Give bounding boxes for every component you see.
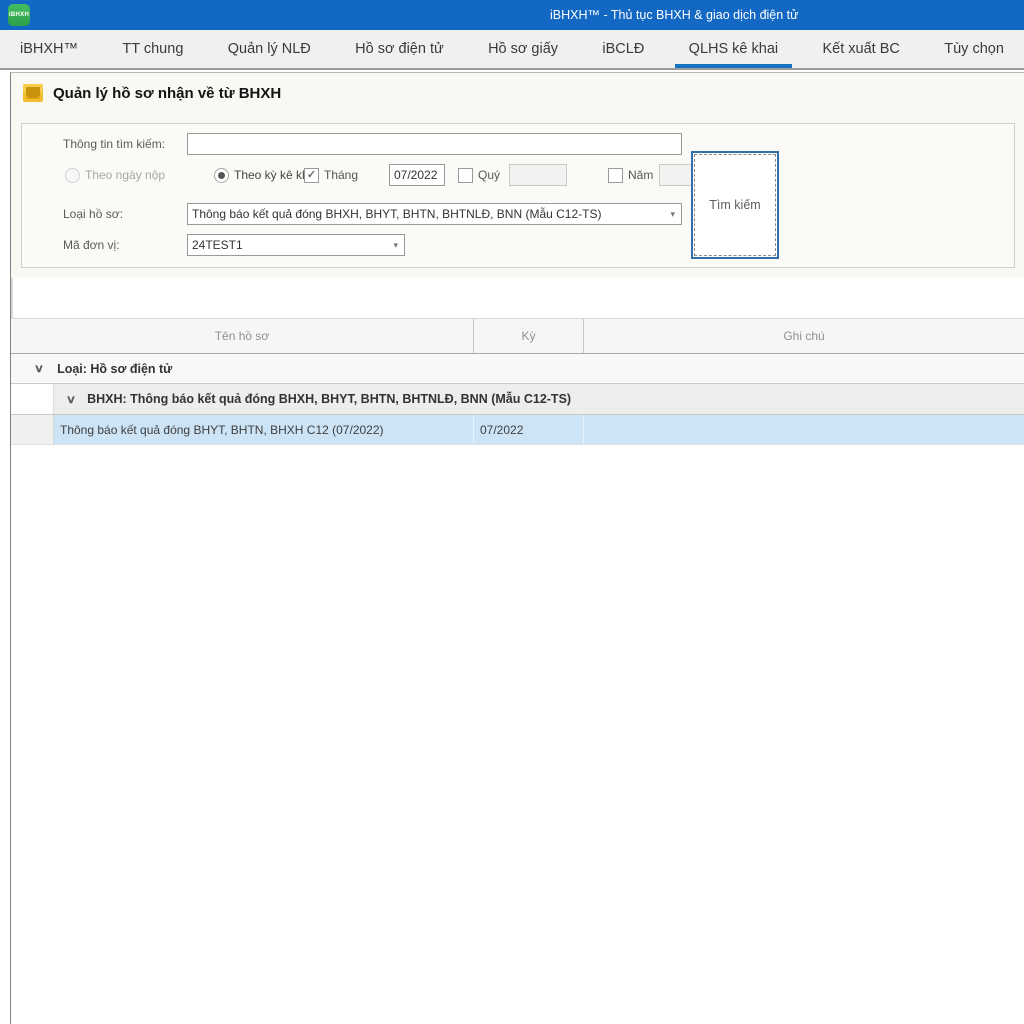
subgroup-indent [11,384,54,414]
menu-item-tuy-chon[interactable]: Tùy chọn [930,30,1018,68]
radio-theo-ky-ke-khai[interactable]: Theo kỳ kê khai [214,164,318,186]
checkbox-quy[interactable]: ✓ Quý [458,164,500,186]
menu-bar: iBHXH™ TT chung Quản lý NLĐ Hồ sơ điện t… [0,30,1024,70]
checkbox-nam[interactable]: ✓ Năm [608,164,653,186]
search-panel: Thông tin tìm kiếm: Theo ngày nộp Theo k… [21,123,1015,268]
table-row[interactable]: Thông báo kết quả đóng BHYT, BHTN, BHXH … [11,415,1024,445]
chevron-down-icon: ▾ [668,209,677,220]
subgroup-label: BHXH: Thông báo kết quả đóng BHXH, BHYT,… [87,392,571,406]
subgroup-body: ∨ BHXH: Thông báo kết quả đóng BHXH, BHY… [54,384,1024,414]
doc-type-dropdown[interactable]: Thông báo kết quả đóng BHXH, BHYT, BHTN,… [187,203,682,225]
cell-ten-ho-so[interactable]: Thông báo kết quả đóng BHYT, BHTN, BHXH … [54,415,474,444]
cell-ghi-chu[interactable] [584,415,1024,444]
app-logo-text: iBHXH [9,12,29,18]
search-button[interactable]: Tìm kiếm [691,151,779,259]
doc-type-label: Loại hồ sơ: [63,203,123,225]
quarter-input[interactable] [509,164,567,186]
column-header-ghi-chu[interactable]: Ghi chú [584,319,1024,353]
menu-item-ho-so-giay[interactable]: Hồ sơ giấy [474,30,572,68]
group-row-loai[interactable]: ∨ Loại: Hồ sơ điện tử [11,354,1024,384]
check-icon: ✓ [307,170,316,181]
unit-code-dropdown[interactable]: 24TEST1 ▾ [187,234,405,256]
month-input[interactable] [389,164,445,186]
search-button-label: Tìm kiếm [693,153,777,257]
checkbox-box-icon: ✓ [304,168,319,183]
page-title: Quản lý hồ sơ nhận về từ BHXH [53,85,281,102]
checkbox-thang[interactable]: ✓ Tháng [304,164,358,186]
title-bar: iBHXH iBHXH™ - Thủ tục BHXH & giao dịch … [0,0,1024,30]
window-title: iBHXH™ - Thủ tục BHXH & giao dịch điện t… [550,0,799,30]
checkbox-label: Năm [628,168,653,182]
checkbox-box-icon: ✓ [458,168,473,183]
menu-item-ibhxh[interactable]: iBHXH™ [6,30,92,68]
radio-label: Theo ngày nộp [85,168,165,182]
checkbox-label: Quý [478,168,500,182]
menu-item-quan-ly-nld[interactable]: Quản lý NLĐ [214,30,325,68]
app-logo-icon: iBHXH [8,4,30,26]
menu-item-ho-so-dien-tu[interactable]: Hồ sơ điện tử [341,30,458,68]
unit-code-value: 24TEST1 [192,238,391,252]
keyword-label: Thông tin tìm kiếm: [63,133,165,155]
unit-code-label: Mã đơn vị: [63,234,120,256]
grid-header: Tên hồ sơ Kỳ Ghi chú [11,318,1024,354]
menu-item-tt-chung[interactable]: TT chung [108,30,197,68]
search-section: Thông tin tìm kiếm: Theo ngày nộp Theo k… [11,113,1024,278]
column-header-ky[interactable]: Kỳ [474,319,584,353]
page-header: Quản lý hồ sơ nhận về từ BHXH [11,73,1024,113]
inbox-tray-icon [23,84,43,102]
radio-theo-ngay-nop[interactable]: Theo ngày nộp [65,164,165,186]
chevron-down-icon[interactable]: ∨ [66,393,76,406]
column-header-ten-ho-so[interactable]: Tên hồ sơ [11,319,474,353]
doc-type-value: Thông báo kết quả đóng BHXH, BHYT, BHTN,… [192,207,668,221]
subgroup-row-bhxh[interactable]: ∨ BHXH: Thông báo kết quả đóng BHXH, BHY… [11,384,1024,415]
menu-item-ket-xuat-bc[interactable]: Kết xuất BC [809,30,914,68]
menu-item-qlhs-ke-khai[interactable]: QLHS kê khai [675,30,792,68]
content-area: Quản lý hồ sơ nhận về từ BHXH Thông tin … [10,72,1024,1024]
checkbox-box-icon: ✓ [608,168,623,183]
checkbox-label: Tháng [324,168,358,182]
cell-ky[interactable]: 07/2022 [474,415,584,444]
keyword-input[interactable] [187,133,682,155]
radio-circle-icon [65,168,80,183]
chevron-down-icon[interactable]: ∨ [34,362,44,375]
radio-circle-icon [214,168,229,183]
row-indicator [11,415,54,444]
group-label: Loại: Hồ sơ điện tử [57,362,172,376]
results-grid: Tên hồ sơ Kỳ Ghi chú ∨ Loại: Hồ sơ điện … [11,318,1024,1024]
menu-item-ibcld[interactable]: iBCLĐ [588,30,658,68]
chevron-down-icon: ▾ [391,240,400,251]
